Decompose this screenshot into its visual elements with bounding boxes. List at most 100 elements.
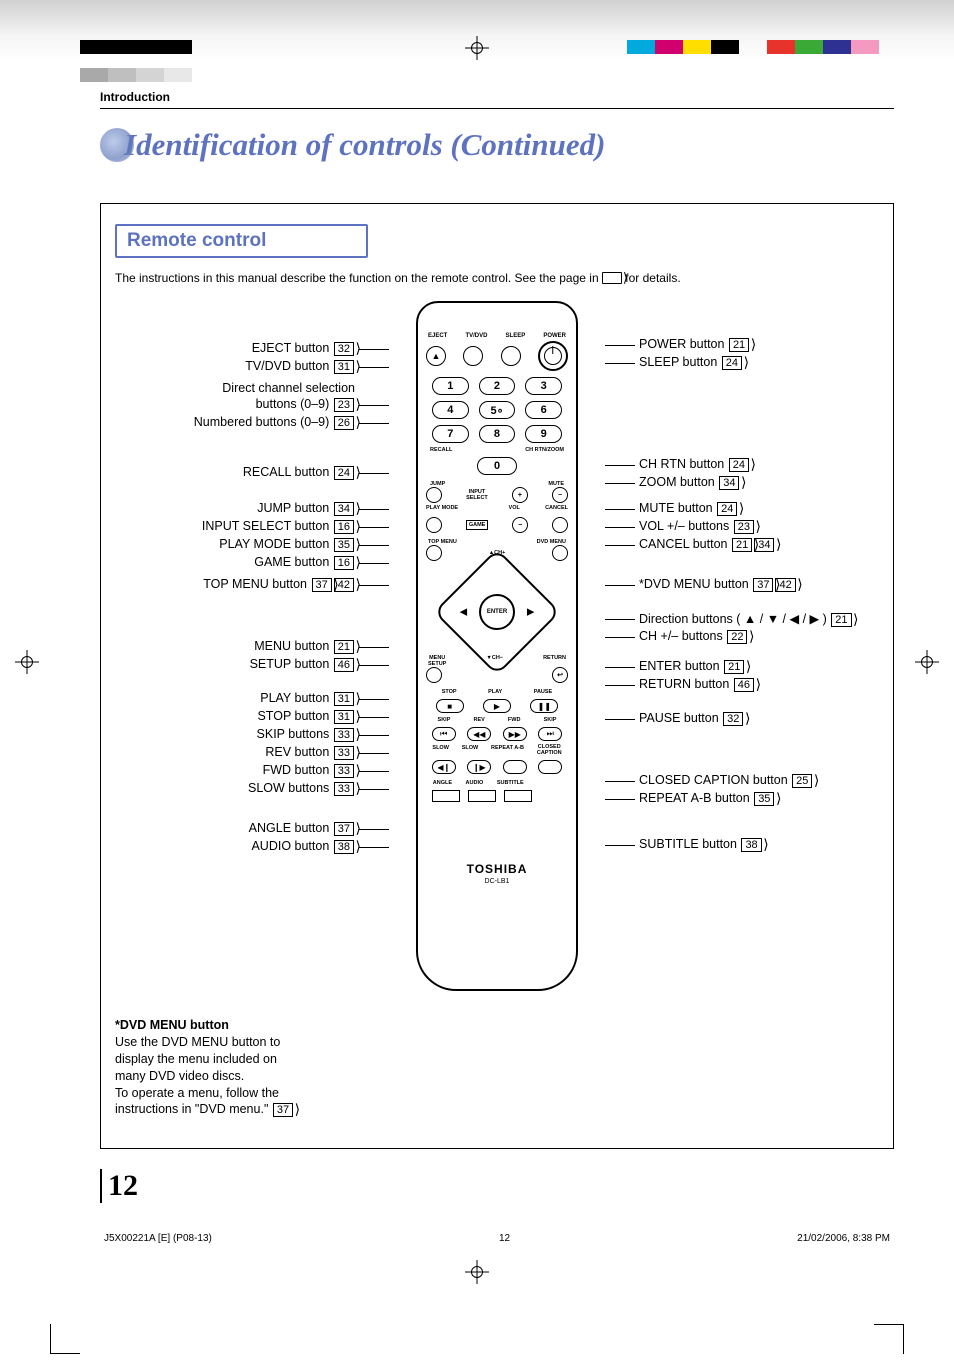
callout-text: Direction buttons ( ▲ / ▼ / ◀ / ▶ ) — [639, 612, 830, 626]
vol-down-button: − — [512, 517, 528, 533]
callout-text: INPUT SELECT button — [202, 519, 333, 533]
label-repeat-ab: REPEAT A-B — [491, 745, 524, 756]
pageref: 38 — [741, 838, 761, 852]
callout-right-11: RETURN button 46 — [635, 677, 885, 692]
callout-text: STOP button — [257, 709, 332, 723]
pageref: 32 — [723, 712, 743, 726]
pageref: 25 — [792, 774, 812, 788]
label-closed-caption: CLOSED CAPTION — [537, 745, 562, 756]
pageref: 21 — [831, 613, 851, 627]
repeat-ab-button — [503, 760, 527, 774]
callout-text: SLEEP button — [639, 355, 721, 369]
callout-left-18: SLOW buttons 33 — [109, 781, 359, 796]
title-row: Identification of controls (Continued) — [100, 127, 894, 163]
pageref: 34 — [334, 502, 354, 516]
callout-left-15: SKIP buttons 33 — [109, 727, 359, 742]
footer-left: J5X00221A [E] (P08-13) — [104, 1233, 212, 1244]
jump-button — [426, 487, 442, 503]
callout-left-2: Direct channel selection — [109, 381, 359, 395]
cancel-button — [552, 517, 568, 533]
callout-left-8: PLAY MODE button 35 — [109, 537, 359, 552]
enter-button: ENTER — [479, 594, 515, 630]
callout-left-11: MENU button 21 — [109, 639, 359, 654]
callout-left-3: buttons (0–9) 23 — [109, 397, 359, 412]
callout-left-19: ANGLE button 37 — [109, 821, 359, 836]
callout-text: *DVD MENU button — [639, 577, 752, 591]
callout-right-1: SLEEP button 24 — [635, 355, 885, 370]
intro-post: for details. — [622, 271, 681, 285]
pageref: 32 — [334, 342, 354, 356]
note-line4: To operate a menu, follow the — [115, 1085, 325, 1102]
tvdvd-button — [463, 346, 483, 366]
callout-text: ENTER button — [639, 659, 723, 673]
label-input-select: INPUT SELECT — [466, 489, 488, 501]
note-line5: instructions in "DVD menu." — [115, 1102, 268, 1116]
content-frame: Remote control The instructions in this … — [100, 203, 894, 1149]
model-number: DC-LB1 — [426, 878, 568, 885]
remote-diagram: EJECT button 32TV/DVD button 31Direct ch… — [115, 301, 879, 1001]
sub-heading: Remote control — [127, 230, 266, 251]
colorbar-right — [627, 40, 879, 54]
playmode-button — [426, 517, 442, 533]
pageref: 46 — [734, 678, 754, 692]
mute-button: − — [552, 487, 568, 503]
callout-text: RECALL button — [243, 465, 333, 479]
num-0: 0 — [477, 457, 517, 475]
num-2: 2 — [479, 377, 516, 395]
callout-text: buttons (0–9) — [256, 397, 333, 411]
callout-text: Numbered buttons (0–9) — [194, 415, 333, 429]
pageref: 33 — [334, 782, 354, 796]
callout-left-20: AUDIO button 38 — [109, 839, 359, 854]
label-chrtn: CH RTN/ZOOM — [525, 447, 564, 453]
skip-back-button: ⏮ — [432, 727, 456, 741]
callout-left-14: STOP button 31 — [109, 709, 359, 724]
pageref: 22 — [727, 630, 747, 644]
title-bullet-icon — [100, 128, 134, 162]
angle-button — [432, 790, 460, 802]
pageref: 24 — [729, 458, 749, 472]
pageref: 24 — [722, 356, 742, 370]
callout-right-2: CH RTN button 24 — [635, 457, 885, 472]
num-8: 8 — [479, 425, 516, 443]
callout-text: EJECT button — [252, 341, 333, 355]
callout-left-5: RECALL button 24 — [109, 465, 359, 480]
label-pause: PAUSE — [534, 689, 553, 695]
callout-right-15: SUBTITLE button 38 — [635, 837, 885, 852]
label-skip-back: SKIP — [438, 717, 451, 723]
callout-right-7: *DVD MENU button 3742 — [635, 577, 885, 592]
pageref: 37 — [334, 822, 354, 836]
label-subtitle: SUBTITLE — [497, 780, 524, 786]
callout-text: POWER button — [639, 337, 728, 351]
label-sleep: SLEEP — [506, 333, 526, 339]
return-button: ↩ — [552, 667, 568, 683]
note-line3: many DVD video discs. — [115, 1068, 325, 1085]
pageref: 42 — [334, 578, 354, 592]
brand-logo: TOSHIBA — [426, 862, 568, 876]
audio-button — [468, 790, 496, 802]
rev-button: ◀◀ — [467, 727, 491, 741]
pause-button: ❚❚ — [530, 699, 558, 713]
callout-left-17: FWD button 33 — [109, 763, 359, 778]
callout-left-0: EJECT button 32 — [109, 341, 359, 356]
label-rev: REV — [474, 717, 485, 723]
callout-text: SUBTITLE button — [639, 837, 740, 851]
pageref: 38 — [334, 840, 354, 854]
callout-text: MUTE button — [639, 501, 716, 515]
callout-text: TOP MENU button — [203, 577, 310, 591]
remote-illustration: EJECT TV/DVD SLEEP POWER ▲ 1 2 3 4 5∘ — [416, 301, 578, 991]
label-game: GAME — [466, 520, 489, 530]
callout-right-12: PAUSE button 32 — [635, 711, 885, 726]
pageref: 35 — [754, 792, 774, 806]
footer-center: 12 — [499, 1233, 510, 1244]
num-5: 5∘ — [479, 401, 516, 419]
footer: J5X00221A [E] (P08-13) 12 21/02/2006, 8:… — [100, 1233, 894, 1244]
callout-text: PAUSE button — [639, 711, 722, 725]
play-button: ▶ — [483, 699, 511, 713]
callout-right-8: Direction buttons ( ▲ / ▼ / ◀ / ▶ ) 21 — [635, 611, 885, 627]
right-arrow-icon: ▶ — [527, 607, 534, 618]
note-line2: display the menu included on — [115, 1051, 325, 1068]
callout-text: AUDIO button — [251, 839, 332, 853]
footer-right: 21/02/2006, 8:38 PM — [797, 1233, 890, 1244]
number-grid: 1 2 3 4 5∘ 6 7 8 9 — [432, 377, 562, 443]
pageref: 21 — [729, 338, 749, 352]
